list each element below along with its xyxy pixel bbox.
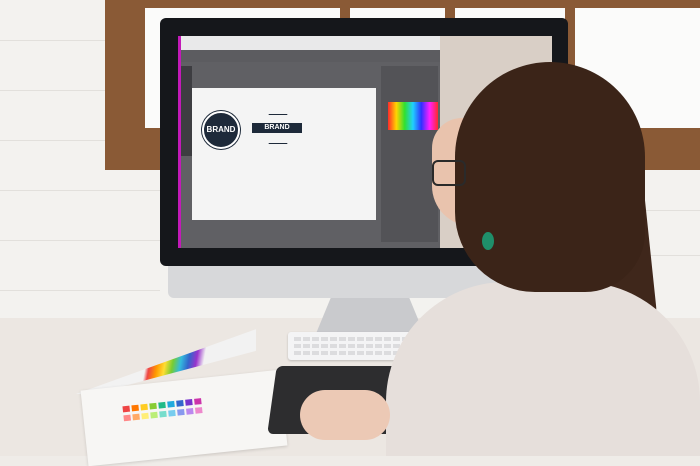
color-chip bbox=[140, 403, 148, 411]
color-chip bbox=[149, 402, 157, 410]
shirt bbox=[386, 282, 700, 456]
app-options-bar bbox=[178, 50, 440, 62]
color-chip bbox=[150, 411, 158, 419]
color-chip bbox=[131, 404, 139, 412]
brick-line bbox=[0, 140, 105, 141]
app-tools-panel bbox=[180, 66, 192, 156]
color-chip bbox=[132, 413, 140, 421]
screen-edge-highlight bbox=[178, 36, 181, 248]
color-chip bbox=[186, 408, 194, 415]
color-chip bbox=[158, 401, 166, 409]
color-chip bbox=[123, 414, 131, 422]
arm bbox=[300, 390, 390, 440]
brick-line bbox=[0, 290, 160, 291]
color-spectrum bbox=[388, 102, 438, 130]
brand-logo-circle: BRAND bbox=[202, 111, 240, 149]
color-chip bbox=[185, 399, 193, 406]
color-chip bbox=[167, 400, 175, 408]
glasses bbox=[432, 160, 466, 186]
color-chip bbox=[168, 409, 176, 417]
brand-logo-text: BRAND bbox=[206, 125, 236, 134]
design-canvas bbox=[192, 88, 376, 220]
color-chip bbox=[141, 412, 149, 420]
color-chip bbox=[122, 405, 131, 413]
color-chip bbox=[194, 398, 202, 405]
hair bbox=[455, 62, 645, 292]
brick-line bbox=[0, 90, 105, 91]
brick-line bbox=[0, 40, 105, 41]
app-properties-panel bbox=[381, 66, 438, 242]
earring bbox=[482, 232, 494, 250]
brand-logo-hexagon: BRAND bbox=[252, 114, 302, 144]
brick-line bbox=[0, 240, 160, 241]
brand-logo-ribbon: BRAND bbox=[252, 123, 302, 133]
color-chip bbox=[159, 410, 167, 418]
brick-line bbox=[0, 190, 160, 191]
color-chip bbox=[177, 408, 185, 416]
color-chip bbox=[194, 407, 203, 414]
color-chip bbox=[176, 399, 184, 407]
